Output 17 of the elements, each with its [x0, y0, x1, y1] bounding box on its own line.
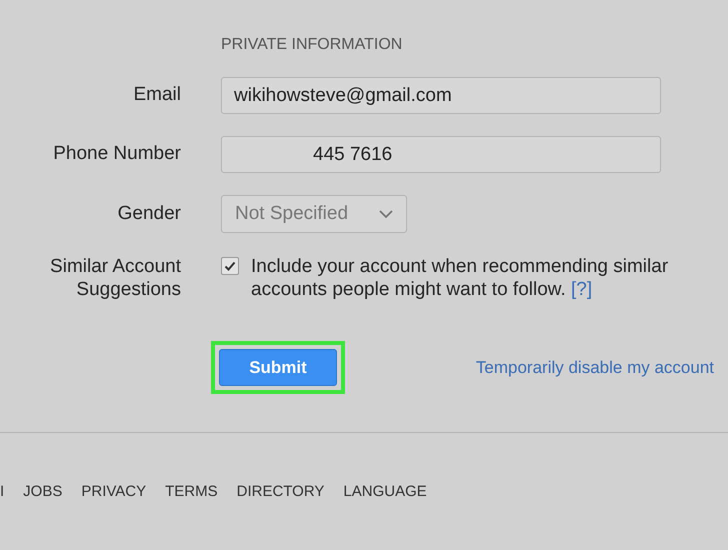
check-icon [224, 260, 236, 272]
footer-link[interactable]: PRIVACY [81, 481, 146, 504]
field-label: Gender [116, 202, 181, 226]
field-label: Email [132, 83, 181, 108]
input-field[interactable]: wikihowsteve@gmail.com [221, 77, 661, 114]
field-label: Similar Account Suggestions [49, 255, 181, 301]
field-label: Phone Number [52, 142, 181, 166]
checkbox-description: Include your account when recommending similar accounts people might want to follow. [?] [251, 255, 670, 301]
footer-link[interactable]: JOBS [23, 481, 62, 504]
footer-link[interactable]: LANGUAGE [343, 481, 427, 504]
footer-link[interactable]: DIRECTORY [236, 481, 324, 504]
footer-link[interactable]: TERMS [165, 481, 218, 504]
checkbox[interactable] [221, 257, 239, 275]
chevron-down-icon [379, 210, 393, 218]
footer-link[interactable]: I [0, 481, 4, 504]
section-title: PRIVATE INFORMATION [221, 35, 404, 55]
input-field[interactable]: 445 7616 [221, 136, 661, 173]
